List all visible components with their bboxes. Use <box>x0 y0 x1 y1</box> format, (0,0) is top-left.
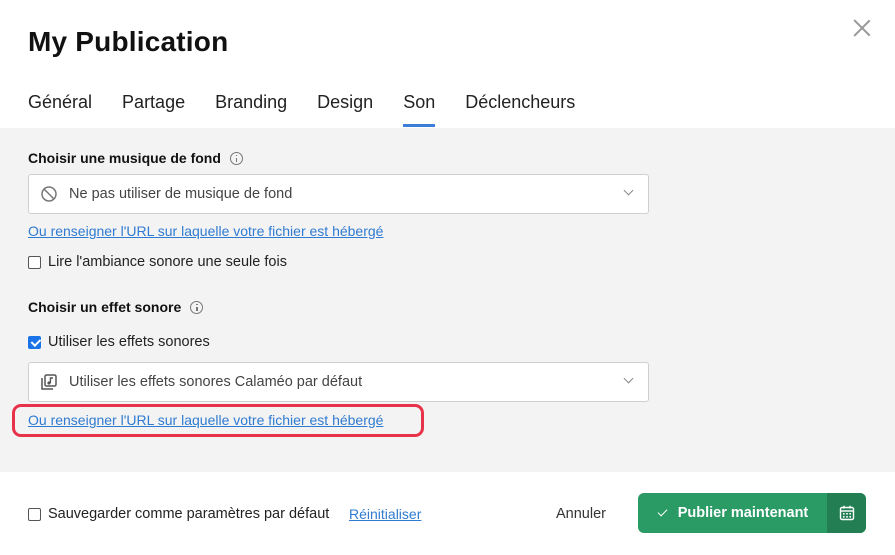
music-url-link[interactable]: Ou renseigner l'URL sur laquelle votre f… <box>28 223 383 239</box>
tab-branding[interactable]: Branding <box>215 92 287 126</box>
save-default-label: Sauvegarder comme paramètres par défaut <box>48 506 330 522</box>
effects-section-heading: Choisir un effet sonore <box>28 299 204 315</box>
play-once-checkbox[interactable] <box>28 255 41 269</box>
save-default-option[interactable]: Sauvegarder comme paramètres par défaut <box>28 506 329 522</box>
chevron-down-icon <box>624 187 634 197</box>
tab-bar: Général Partage Branding Design Son Décl… <box>28 92 605 127</box>
effects-select[interactable]: Utiliser les effets sonores Calaméo par … <box>28 362 649 402</box>
effects-section-title: Choisir un effet sonore <box>28 299 182 315</box>
chevron-down-icon <box>624 375 634 385</box>
tab-design[interactable]: Design <box>317 92 373 126</box>
highlight-box <box>12 404 424 437</box>
play-once-option[interactable]: Lire l'ambiance sonore une seule fois <box>28 254 287 270</box>
use-effects-checkbox[interactable] <box>28 335 41 349</box>
music-section-title: Choisir une musique de fond <box>28 150 221 166</box>
use-effects-label: Utiliser les effets sonores <box>48 334 210 350</box>
info-icon[interactable] <box>190 300 204 314</box>
info-icon[interactable] <box>229 151 243 165</box>
check-icon <box>657 507 669 519</box>
play-once-label: Lire l'ambiance sonore une seule fois <box>48 254 287 270</box>
publish-label: Publier maintenant <box>677 505 809 521</box>
no-entry-icon <box>41 186 57 202</box>
dialog-footer: Sauvegarder comme paramètres par défaut … <box>0 472 895 555</box>
calendar-icon <box>839 505 854 521</box>
dialog-title: My Publication <box>28 26 229 57</box>
effects-select-value: Utiliser les effets sonores Calaméo par … <box>69 374 363 390</box>
tab-general[interactable]: Général <box>28 92 92 126</box>
music-section-heading: Choisir une musique de fond <box>28 150 243 166</box>
close-icon[interactable] <box>852 18 872 38</box>
tab-declencheurs[interactable]: Déclencheurs <box>465 92 575 126</box>
schedule-button[interactable] <box>827 493 866 533</box>
reset-link[interactable]: Réinitialiser <box>349 506 421 522</box>
save-default-checkbox[interactable] <box>28 507 41 521</box>
cancel-button[interactable]: Annuler <box>556 506 606 522</box>
music-select[interactable]: Ne pas utiliser de musique de fond <box>28 174 649 214</box>
use-effects-option[interactable]: Utiliser les effets sonores <box>28 334 210 350</box>
music-select-value: Ne pas utiliser de musique de fond <box>69 186 293 202</box>
tab-partage[interactable]: Partage <box>122 92 185 126</box>
dialog-header: My Publication Général Partage Branding … <box>0 0 895 128</box>
publish-button-group: Publier maintenant <box>638 493 866 533</box>
tab-son[interactable]: Son <box>403 92 436 127</box>
music-library-icon <box>41 374 57 390</box>
publish-button[interactable]: Publier maintenant <box>638 493 827 533</box>
